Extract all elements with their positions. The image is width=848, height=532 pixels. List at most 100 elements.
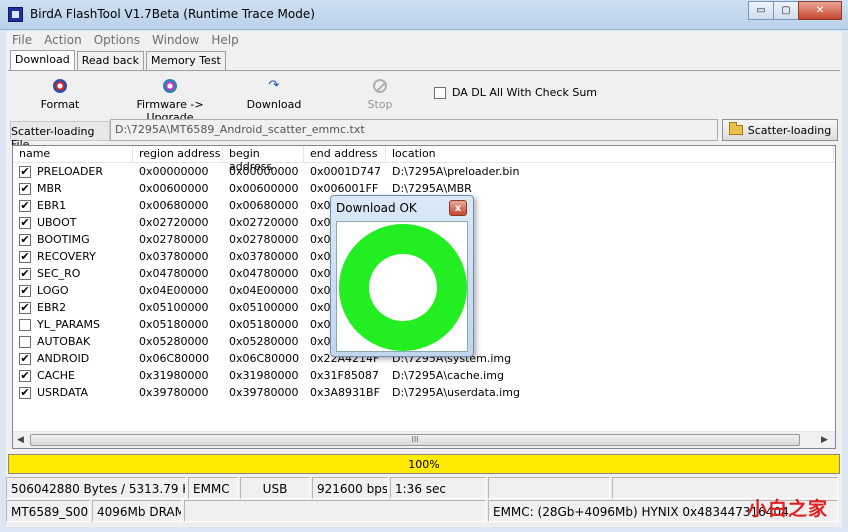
status-elapsed-time: 1:36 sec [390, 477, 486, 499]
location-cell: D:\7295A\MBR [392, 182, 472, 195]
begin-address-cell: 0x06C80000 [229, 352, 300, 365]
tab-memory-test[interactable]: Memory Test [145, 51, 226, 71]
partition-name-cell: ✔ EBR2 [13, 301, 133, 314]
location-cell: D:\7295A\preloader.bin [392, 165, 520, 178]
tab-download[interactable]: Download [10, 50, 75, 70]
firmware-upgrade-button[interactable]: Firmware -> Upgrade [114, 77, 226, 124]
download-label: Download [246, 98, 302, 111]
partition-checkbox[interactable]: ✔ [19, 267, 31, 280]
partition-checkbox[interactable]: ✔ [19, 233, 31, 246]
partition-name-cell: ✔ BOOTIMG [13, 233, 133, 246]
scatter-loading-button[interactable]: Scatter-loading [722, 119, 838, 141]
table-header: name region address begin address end ad… [13, 146, 835, 173]
partition-name: USRDATA [37, 386, 89, 399]
partition-checkbox[interactable]: ✔ [19, 199, 31, 212]
da-dl-checksum-label: DA DL All With Check Sum [452, 86, 598, 99]
da-dl-checksum-option[interactable]: DA DL All With Check Sum [434, 86, 597, 99]
menu-options[interactable]: Options [88, 31, 146, 49]
menu-help[interactable]: Help [205, 31, 244, 49]
download-icon: ↷ [268, 78, 280, 93]
partition-name-cell: YL_PARAMS [13, 318, 133, 331]
format-icon [53, 79, 67, 93]
table-row[interactable]: ✔ CACHE 0x31980000 0x31980000 0x31F85087 D:\7… [13, 367, 835, 384]
partition-name-cell: AUTOBAK [13, 335, 133, 348]
status-baud-rate: 921600 bps [312, 477, 388, 499]
format-button[interactable]: Format [30, 77, 90, 111]
stop-label: Stop [367, 98, 393, 111]
stop-button[interactable]: Stop [360, 77, 400, 111]
menu-window[interactable]: Window [146, 31, 205, 49]
partition-checkbox[interactable]: ✔ [19, 369, 31, 382]
tab-divider [8, 70, 840, 71]
partition-checkbox[interactable]: ✔ [19, 216, 31, 229]
column-begin-address[interactable]: begin address [223, 146, 304, 173]
maximize-button[interactable]: ▢ [773, 1, 799, 20]
partition-checkbox[interactable]: ✔ [19, 352, 31, 365]
begin-address-cell: 0x02780000 [229, 233, 299, 246]
scroll-right-icon[interactable]: ▶ [821, 435, 828, 445]
horizontal-scrollbar[interactable]: ◀ III ▶ [13, 431, 835, 448]
partition-name: MBR [37, 182, 62, 195]
status-bytes: 506042880 Bytes / 5313.79 KB [6, 477, 186, 499]
begin-address-cell: 0x03780000 [229, 250, 299, 263]
menu-action[interactable]: Action [38, 31, 88, 49]
begin-address-cell: 0x39780000 [229, 386, 299, 399]
partition-name-cell: ✔ ANDROID [13, 352, 133, 365]
table-row[interactable]: ✔ USRDATA 0x39780000 0x39780000 0x3A8931BF D:… [13, 384, 835, 401]
partition-name: LOGO [37, 284, 69, 297]
scroll-thumb[interactable]: III [30, 434, 800, 446]
tab-strip: Download Read back Memory Test [10, 50, 228, 71]
partition-checkbox[interactable]: ✔ [19, 301, 31, 314]
status-storage-type: EMMC [188, 477, 238, 499]
download-ok-dialog: Download OK x [330, 195, 474, 357]
window-controls: ▭ ▢ ✕ [748, 1, 842, 20]
status-bar-1: 506042880 Bytes / 5313.79 KB EMMC USB 92… [6, 477, 842, 499]
begin-address-cell: 0x05180000 [229, 318, 299, 331]
scroll-left-icon[interactable]: ◀ [17, 435, 24, 445]
column-region-address[interactable]: region address [133, 146, 223, 162]
title-bar: BirdA FlashTool V1.7Beta (Runtime Trace … [0, 0, 848, 30]
partition-checkbox[interactable]: ✔ [19, 182, 31, 195]
begin-address-cell: 0x05280000 [229, 335, 299, 348]
dialog-close-button[interactable]: x [449, 200, 467, 216]
download-button[interactable]: ↷ Download [244, 77, 304, 112]
partition-name: UBOOT [37, 216, 77, 229]
region-address-cell: 0x05100000 [139, 301, 209, 314]
table-row[interactable]: ✔ PRELOADER 0x00000000 0x00000000 0x0001D747… [13, 163, 835, 180]
partition-checkbox[interactable]: ✔ [19, 386, 31, 399]
app-icon [8, 7, 23, 22]
end-address-cell: 0x0001D747 [310, 165, 381, 178]
end-address-cell: 0x006001FF [310, 182, 379, 195]
status-chip: MT6589_S00 [6, 500, 90, 522]
partition-checkbox[interactable]: ✔ [19, 165, 31, 178]
column-end-address[interactable]: end address [304, 146, 386, 162]
scatter-file-path[interactable]: D:\7295A\MT6589_Android_scatter_emmc.txt [110, 119, 718, 141]
da-dl-checksum-checkbox[interactable] [434, 86, 446, 99]
region-address-cell: 0x02780000 [139, 233, 209, 246]
window-title: BirdA FlashTool V1.7Beta (Runtime Trace … [30, 7, 315, 21]
status-connection: USB [240, 477, 310, 499]
minimize-button[interactable]: ▭ [748, 1, 774, 20]
partition-checkbox[interactable] [19, 335, 31, 348]
region-address-cell: 0x04E00000 [139, 284, 209, 297]
dialog-title: Download OK [336, 201, 417, 215]
column-name[interactable]: name [13, 146, 133, 162]
close-button[interactable]: ✕ [798, 1, 842, 20]
partition-name-cell: ✔ CACHE [13, 369, 133, 382]
column-location[interactable]: location [386, 146, 834, 162]
partition-name: BOOTIMG [37, 233, 90, 246]
partition-checkbox[interactable]: ✔ [19, 250, 31, 263]
begin-address-cell: 0x04E00000 [229, 284, 299, 297]
region-address-cell: 0x00000000 [139, 165, 209, 178]
region-address-cell: 0x04780000 [139, 267, 209, 280]
tab-read-back[interactable]: Read back [76, 51, 144, 71]
partition-checkbox[interactable] [19, 318, 31, 331]
dialog-body [336, 221, 468, 352]
location-cell: D:\7295A\userdata.img [392, 386, 520, 399]
partition-name: AUTOBAK [37, 335, 91, 348]
partition-checkbox[interactable]: ✔ [19, 284, 31, 297]
progress-text: 100% [408, 458, 440, 471]
menu-file[interactable]: File [6, 31, 38, 49]
location-cell: D:\7295A\cache.img [392, 369, 504, 382]
begin-address-cell: 0x00600000 [229, 182, 299, 195]
